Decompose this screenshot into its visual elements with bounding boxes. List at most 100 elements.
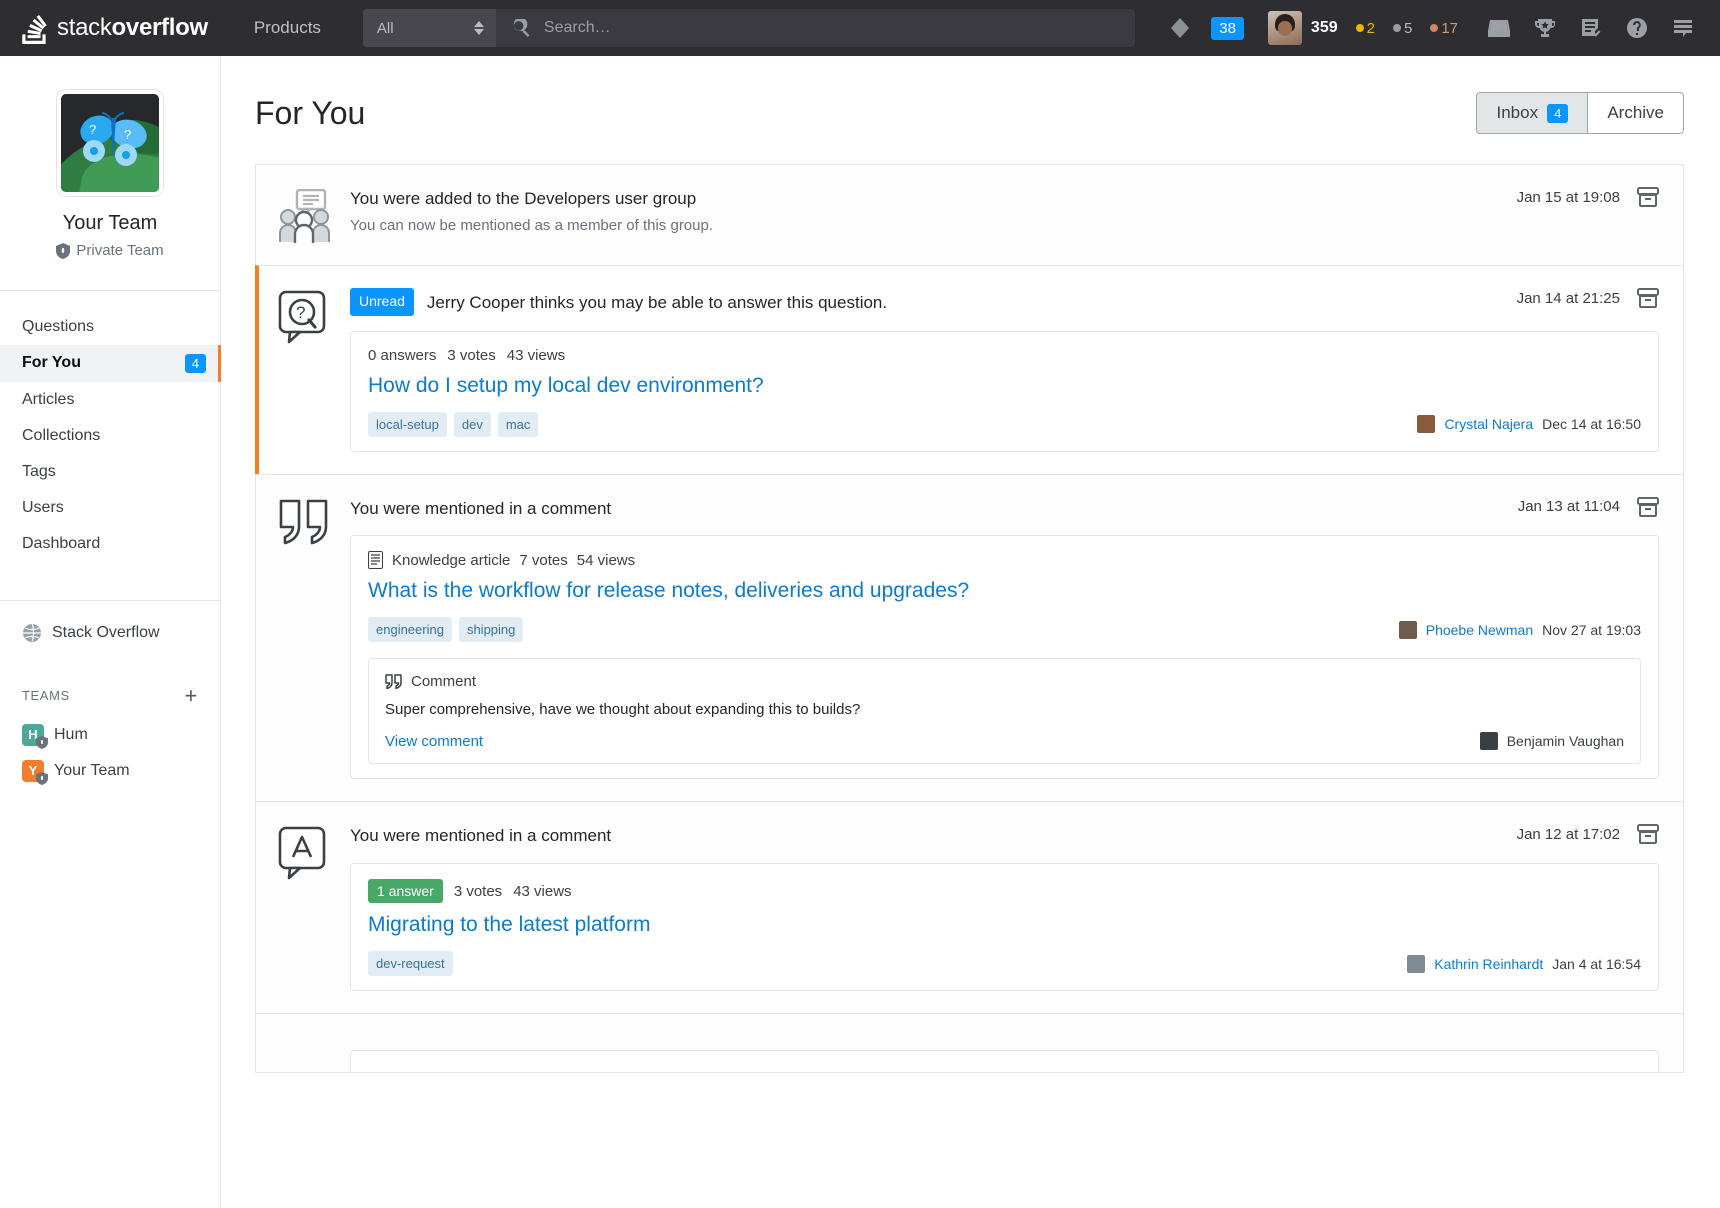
post-date: Dec 14 at 16:50 <box>1542 416 1641 432</box>
post-byline: Phoebe Newman Nov 27 at 19:03 <box>1399 621 1641 639</box>
post-stats: 1 answer 3 votes 43 views <box>368 879 1641 903</box>
sidebar-item-collections[interactable]: Collections <box>0 418 220 454</box>
sidebar-item-questions[interactable]: Questions <box>0 309 220 345</box>
author-link[interactable]: Kathrin Reinhardt <box>1434 956 1543 972</box>
left-sidebar: ? ? Your Team Private Team Questions For… <box>0 56 221 1208</box>
avatar <box>1268 11 1302 45</box>
inbox-icon[interactable] <box>1476 8 1522 48</box>
sidebar-item-tags[interactable]: Tags <box>0 454 220 490</box>
tab-inbox-badge: 4 <box>1547 104 1568 123</box>
comment-text: Super comprehensive, have we thought abo… <box>385 701 1624 718</box>
logo-text-overflow: overflow <box>112 14 208 41</box>
notification-heading: You were mentioned in a comment <box>350 824 1499 848</box>
archive-icon[interactable] <box>1637 497 1659 517</box>
page-title: For You <box>255 95 365 132</box>
votes-count: 3 votes <box>447 347 495 364</box>
sidebar-item-users[interactable]: Users <box>0 490 220 526</box>
topbar-right-cluster: 38 359 2 5 17 <box>1157 8 1706 48</box>
tag[interactable]: mac <box>498 412 539 437</box>
post-footer: dev-request Kathrin Reinhardt Jan 4 at 1… <box>368 951 1641 976</box>
post-preview[interactable]: 1 answer 3 votes 43 views Migrating to t… <box>350 863 1659 991</box>
team-logo-icon: H <box>22 724 44 746</box>
post-title-link[interactable]: How do I setup my local dev environment? <box>368 374 1641 398</box>
author-link[interactable]: Crystal Najera <box>1444 416 1533 432</box>
products-menu-button[interactable]: Products <box>242 10 333 46</box>
sidebar-item-label: Questions <box>22 318 94 336</box>
views-count: 54 views <box>577 552 635 569</box>
search-scope-select[interactable]: All <box>363 9 496 47</box>
shield-icon <box>56 243 70 259</box>
post-preview[interactable] <box>350 1050 1659 1073</box>
archive-icon[interactable] <box>1637 187 1659 207</box>
tab-inbox[interactable]: Inbox 4 <box>1476 92 1588 134</box>
team-header: ? ? Your Team Private Team <box>0 56 220 291</box>
notification-heading: You were mentioned in a comment <box>350 497 1500 521</box>
author-link[interactable]: Phoebe Newman <box>1426 622 1533 638</box>
diamond-icon[interactable] <box>1157 8 1203 48</box>
sidebar-item-dashboard[interactable]: Dashboard <box>0 526 220 562</box>
post-title-link[interactable]: What is the workflow for release notes, … <box>368 579 1641 603</box>
team-list-item-label: Hum <box>54 726 88 744</box>
team-list-item-hum[interactable]: H Hum <box>0 717 220 753</box>
notification-title: You were mentioned in a comment <box>350 824 1499 848</box>
sidebar-item-articles[interactable]: Articles <box>0 382 220 418</box>
post-preview[interactable]: 0 answers 3 votes 43 views How do I setu… <box>350 331 1659 452</box>
help-count-badge[interactable]: 38 <box>1211 17 1244 40</box>
tag[interactable]: dev <box>454 412 491 437</box>
tag[interactable]: shipping <box>459 617 523 642</box>
search-input[interactable] <box>542 18 1119 38</box>
notification-top-row: You were mentioned in a comment Jan 12 a… <box>350 824 1659 848</box>
sidebar-item-label: For You <box>22 354 81 372</box>
team-logo-icon: Y <box>22 760 44 782</box>
tab-archive-label: Archive <box>1607 103 1664 123</box>
notification-card[interactable] <box>255 1013 1684 1073</box>
notification-card[interactable]: ? UnreadJerry Cooper thinks you may be a… <box>255 265 1684 475</box>
tab-archive[interactable]: Archive <box>1588 92 1684 134</box>
user-profile-menu[interactable]: 359 2 5 17 <box>1260 8 1466 48</box>
article-icon <box>368 551 383 569</box>
view-comment-link[interactable]: View comment <box>385 733 483 750</box>
search-field-wrapper[interactable] <box>496 9 1135 47</box>
logo-text-stack: stack <box>57 14 112 41</box>
notification-card[interactable]: You were mentioned in a comment Jan 12 a… <box>255 801 1684 1014</box>
post-title-link[interactable]: Migrating to the latest platform <box>368 913 1641 937</box>
archive-icon[interactable] <box>1637 824 1659 844</box>
sidebar-item-label: Dashboard <box>22 535 100 553</box>
votes-count: 3 votes <box>454 883 502 900</box>
comment-preview: Comment Super comprehensive, have we tho… <box>368 658 1641 764</box>
help-icon[interactable] <box>1614 8 1660 48</box>
tag[interactable]: local-setup <box>368 412 447 437</box>
post-stats: Knowledge article 7 votes 54 views <box>368 551 1641 569</box>
tag-list: engineering shipping <box>368 617 523 642</box>
post-date: Jan 4 at 16:54 <box>1552 956 1641 972</box>
notification-card[interactable]: You were added to the Developers user gr… <box>255 164 1684 266</box>
post-preview[interactable]: Knowledge article 7 votes 54 views What … <box>350 535 1659 779</box>
notification-date: Jan 14 at 21:25 <box>1517 290 1620 307</box>
chat-icon[interactable] <box>1660 8 1706 48</box>
notification-body: You were added to the Developers user gr… <box>350 187 1659 243</box>
search-scope-value: All <box>377 20 394 37</box>
inbox-archive-toggle: Inbox 4 Archive <box>1476 92 1684 134</box>
tag[interactable]: dev-request <box>368 951 453 976</box>
comment-footer: View comment Benjamin Vaughan <box>385 732 1624 750</box>
team-list-item-your-team[interactable]: Y Your Team <box>0 753 220 789</box>
post-footer: local-setup dev mac Crystal Najera Dec 1… <box>368 412 1641 437</box>
notification-top-row: UnreadJerry Cooper thinks you may be abl… <box>350 288 1659 316</box>
chevron-updown-icon <box>474 21 484 35</box>
sidebar-item-stack-overflow[interactable]: Stack Overflow <box>0 601 220 653</box>
stack-overflow-logo[interactable]: stackoverflow <box>18 11 208 45</box>
post-footer: engineering shipping Phoebe Newman Nov 2… <box>368 617 1641 642</box>
avatar <box>1407 955 1425 973</box>
comment-byline: Benjamin Vaughan <box>1480 732 1624 750</box>
quote-icon <box>278 497 350 780</box>
notification-card[interactable]: You were mentioned in a comment Jan 13 a… <box>255 474 1684 803</box>
sidebar-item-for-you[interactable]: For You 4 <box>0 345 220 382</box>
review-queue-icon[interactable] <box>1568 8 1614 48</box>
tag[interactable]: engineering <box>368 617 452 642</box>
trophy-icon[interactable] <box>1522 8 1568 48</box>
notification-body: You were mentioned in a comment Jan 13 a… <box>350 497 1659 780</box>
add-team-button[interactable]: + <box>185 685 198 707</box>
archive-icon[interactable] <box>1637 288 1659 308</box>
notification-date: Jan 13 at 11:04 <box>1518 498 1620 515</box>
gold-dot-icon <box>1356 24 1364 32</box>
